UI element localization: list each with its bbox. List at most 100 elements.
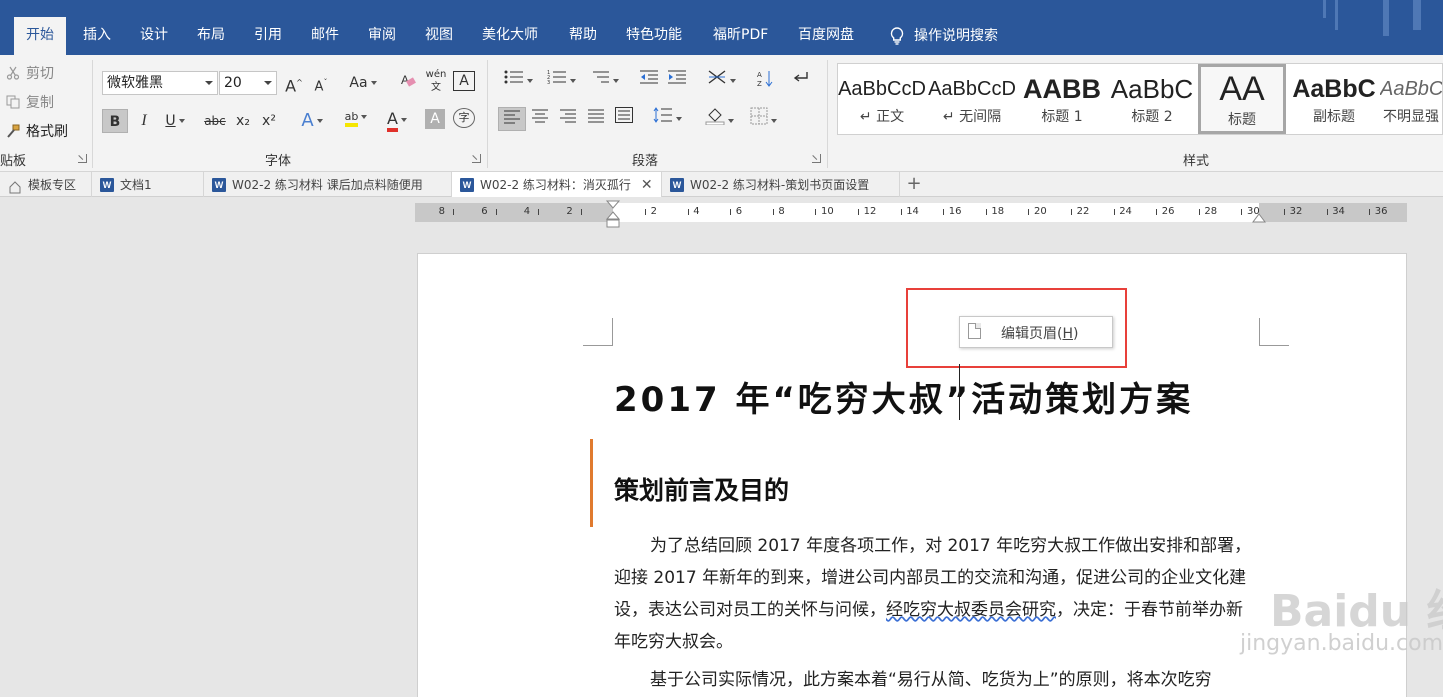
highlight-button[interactable]: ab [337,105,375,129]
justify-button[interactable] [584,107,608,131]
clipboard-launcher-icon[interactable] [78,154,87,163]
ruler-number: 6 [735,206,743,217]
copy-button[interactable]: 复制 [6,92,54,112]
style-title[interactable]: AA 标题 [1198,64,1286,134]
ruler-number: 28 [1204,206,1218,217]
margin-corner [583,318,613,346]
numbered-list-icon: 123 [547,70,567,89]
grow-font-button[interactable]: A^ [283,71,305,95]
scissors-icon [6,66,20,80]
doc-tab-document1[interactable]: W 文档1 [92,172,204,197]
strikethrough-button[interactable]: abc [201,109,229,133]
style-subtitle[interactable]: AaBbC 副标题 [1290,64,1378,134]
style-no-spacing[interactable]: AaBbCcD ↵ 无间隔 [928,64,1016,134]
multilevel-list-button[interactable] [586,69,622,93]
tab-references[interactable]: 引用 [242,17,294,55]
justify-icon [587,109,605,127]
distributed-button[interactable] [612,107,636,131]
line-spacing-button[interactable] [648,107,686,131]
ruler-tick [1369,209,1371,215]
clear-format-button[interactable]: A [397,71,419,95]
tab-layout[interactable]: 布局 [185,17,237,55]
tab-design[interactable]: 设计 [128,17,180,55]
tab-review[interactable]: 审阅 [356,17,408,55]
character-shading-button[interactable]: A [425,109,445,129]
paragraph-group-label: 段落 [632,154,659,169]
increase-indent-button[interactable] [666,69,688,93]
close-icon[interactable]: ✕ [641,173,653,197]
tab-home[interactable]: 开始 [14,17,66,55]
line-spacing-icon [653,107,673,127]
tab-baidu-netdisk[interactable]: 百度网盘 [786,17,866,55]
font-color-button[interactable]: A [381,107,413,132]
bullets-button[interactable] [500,69,536,93]
show-marks-button[interactable] [790,69,812,93]
text-effects-button[interactable]: A [297,109,327,133]
ruler-tick [581,209,583,215]
indent-marker-icon[interactable] [606,200,620,228]
paragraph-1: 为了总结回顾 2017 年度各项工作，对 2017 年吃穷大叔工作做出安排和部署… [614,530,1254,658]
superscript-button[interactable]: x² [258,109,280,133]
doc-tab-templates[interactable]: 模板专区 [0,172,92,197]
font-size-combo[interactable]: 20 [219,71,277,95]
horizontal-ruler[interactable]: 8 6 4 2 2 4 6 8 10 12 14 16 18 20 22 24 26 28 30 32 34 36 [415,200,1407,228]
paragraph-launcher-icon[interactable] [812,154,821,163]
watermark-url: jingyan.baidu.com [1240,631,1443,656]
italic-button[interactable]: I [133,109,155,133]
font-name-combo[interactable]: 微软雅黑 [102,71,218,95]
ruler-tick [900,209,902,215]
character-border-button[interactable]: A [453,71,475,91]
ruler-number: 14 [906,206,919,217]
ruler-number: 26 [1161,206,1175,217]
paragraph-2: 基于公司实际情况，此方案本着“易行从简、吃货为上”的原则，将本次吃穷 [650,670,1212,690]
style-sample: AaBbCcD [838,78,926,100]
bold-button[interactable]: B [102,109,128,133]
font-color-icon: A [387,109,398,132]
doc-tab-widow-orphan[interactable]: W W02-2 练习材料：消灭孤行 ✕ [452,172,662,197]
chinese-layout-button[interactable] [703,69,739,93]
doc-tab-practice-bonus[interactable]: W W02-2 练习材料 课后加点料随便用 [204,172,452,197]
format-painter-button[interactable]: 格式刷 [6,121,68,141]
edit-header-button[interactable]: 编辑页眉(H) [959,316,1113,348]
align-left-button[interactable] [498,107,526,131]
tab-foxit-pdf[interactable]: 福昕PDF [701,17,780,55]
tab-special-features[interactable]: 特色功能 [614,17,694,55]
numbering-button[interactable]: 123 [543,69,579,93]
multilevel-list-icon [590,71,610,89]
distributed-icon [615,107,633,127]
new-tab-plus-icon[interactable]: + [901,172,927,197]
style-subtle-emphasis[interactable]: AaBbCc 不明显强 [1380,64,1442,134]
tab-help[interactable]: 帮助 [557,17,609,55]
decrease-indent-button[interactable] [638,69,660,93]
align-right-button[interactable] [556,107,580,131]
tab-view[interactable]: 视图 [413,17,465,55]
edit-header-close: ) [1073,326,1079,342]
heading-accent-bar [590,439,593,527]
ruler-number: 22 [1076,206,1090,217]
style-heading-1[interactable]: AABB 标题 1 [1018,64,1106,134]
change-case-button[interactable]: Aa [344,71,382,95]
tab-insert[interactable]: 插入 [71,17,123,55]
font-launcher-icon[interactable] [472,154,481,163]
ruler-number: 20 [1034,206,1047,217]
tell-me-search[interactable]: 操作说明搜索 [878,17,1010,55]
style-heading-2[interactable]: AaBbC 标题 2 [1108,64,1196,134]
borders-button[interactable] [744,107,782,131]
lightbulb-icon [890,27,904,45]
enclose-characters-button[interactable]: 字 [453,108,475,128]
subscript-button[interactable]: x₂ [232,109,254,133]
doc-tab-page-setup[interactable]: W W02-2 练习材料-策划书页面设置 [662,172,900,197]
shrink-font-button[interactable]: Aˇ [310,71,332,95]
sort-button[interactable]: AZ [754,69,776,93]
cut-button[interactable]: 剪切 [6,63,54,83]
shading-button[interactable] [700,107,738,131]
phonetic-guide-button[interactable]: wén 文 [424,68,448,93]
tab-mailings[interactable]: 邮件 [299,17,351,55]
tab-beautify-master[interactable]: 美化大师 [470,17,550,55]
ruler-tick [1326,209,1328,215]
style-normal[interactable]: AaBbCcD ↵ 正文 [838,64,926,134]
chevron-down-icon [264,81,272,85]
align-center-button[interactable] [528,107,552,131]
underline-button[interactable]: U [160,109,190,133]
change-case-icon: Aa [349,75,368,91]
